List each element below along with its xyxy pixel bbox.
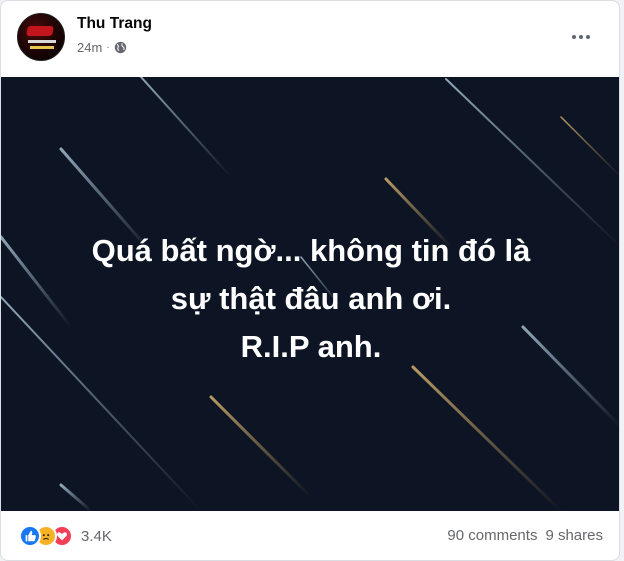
author-name[interactable]: Thu Trang — [77, 15, 152, 33]
post-header: Thu Trang 24m · — [1, 1, 619, 77]
reaction-count[interactable]: 3.4K — [81, 528, 112, 545]
post-time[interactable]: 24m — [77, 40, 102, 55]
more-options-icon[interactable] — [563, 19, 599, 55]
reactions-summary[interactable]: 3.4K — [19, 525, 112, 547]
globe-icon[interactable] — [114, 41, 127, 54]
post-text-line: R.I.P anh. — [240, 329, 382, 364]
shares-count[interactable]: 9 shares — [545, 527, 603, 544]
post-background: Quá bất ngờ... không tin đó là sự thật đ… — [1, 77, 619, 511]
post-text: Quá bất ngờ... không tin đó là sự thật đ… — [1, 227, 619, 371]
meta-separator: · — [106, 42, 110, 53]
comments-count[interactable]: 90 comments — [447, 527, 537, 544]
post-card: Thu Trang 24m · Quá bất ngờ... không tin… — [0, 0, 620, 561]
post-footer: 3.4K 90 comments 9 shares — [1, 511, 619, 560]
author-avatar[interactable] — [17, 13, 65, 61]
engagement-stats: 90 comments 9 shares — [447, 527, 603, 544]
post-text-line: Quá bất ngờ... không tin đó là — [91, 233, 531, 268]
post-text-line: sự thật đâu anh ơi. — [170, 281, 452, 316]
like-icon — [19, 525, 41, 547]
post-meta: 24m · — [77, 40, 127, 55]
